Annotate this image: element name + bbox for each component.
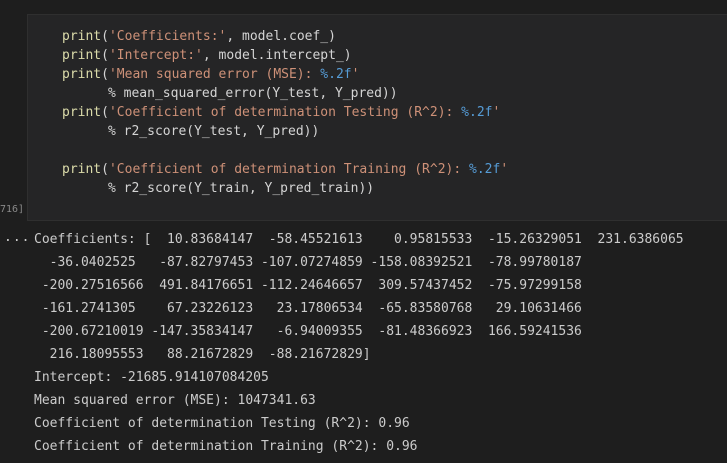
output-line: Mean squared error (MSE): 1047341.63 bbox=[34, 393, 316, 408]
code-token-fn: print bbox=[62, 162, 102, 177]
output-line: Coefficients: [ 10.83684147 -58.45521613… bbox=[34, 232, 684, 247]
output-line: Coefficient of determination Training (R… bbox=[34, 439, 418, 454]
code-token-rest: , model.intercept_) bbox=[202, 48, 352, 63]
output-line: Coefficient of determination Testing (R^… bbox=[34, 416, 410, 431]
code-token-fn: print bbox=[62, 67, 102, 82]
code-token-rest: , model.coef_) bbox=[226, 29, 336, 44]
code-cell[interactable]: print('Coefficients:', model.coef_) prin… bbox=[27, 14, 727, 221]
code-token-string-end: ' bbox=[492, 105, 501, 120]
output-line: Intercept: -21685.914107084205 bbox=[34, 370, 269, 385]
output-line: -200.27516566 491.84176651 -112.24646657… bbox=[34, 278, 582, 293]
output-line: -200.67210019 -147.35834147 -6.94009355 … bbox=[34, 324, 582, 339]
code-line-8: % r2_score(Y_train, Y_pred_train)) bbox=[108, 181, 375, 196]
output-line: -36.0402525 -87.82797453 -107.07274859 -… bbox=[34, 255, 582, 270]
code-token-fn: print bbox=[62, 48, 102, 63]
code-token-paren: ( bbox=[101, 48, 109, 63]
execution-count: 716] bbox=[0, 204, 25, 215]
code-line-7: print('Coefficient of determination Trai… bbox=[62, 160, 508, 179]
code-token-string-end: ' bbox=[351, 67, 360, 82]
code-token-paren: ( bbox=[101, 105, 109, 120]
code-token-format: %.2f bbox=[461, 105, 493, 120]
code-token-string: 'Coefficient of determination Training (… bbox=[108, 162, 469, 177]
code-line-2: print('Intercept:', model.intercept_) bbox=[62, 46, 352, 65]
code-line-6: % r2_score(Y_test, Y_pred)) bbox=[108, 124, 320, 139]
code-token-fn: print bbox=[62, 29, 102, 44]
code-token-paren: ( bbox=[101, 67, 109, 82]
code-line-3: print('Mean squared error (MSE): %.2f' bbox=[62, 65, 359, 84]
code-token-paren: ( bbox=[101, 29, 109, 44]
code-token-string-end: ' bbox=[500, 162, 509, 177]
code-token-fn: print bbox=[62, 105, 102, 120]
code-line-4: % mean_squared_error(Y_test, Y_pred)) bbox=[108, 86, 398, 101]
code-token-string: 'Intercept:' bbox=[108, 48, 203, 63]
code-line-5: print('Coefficient of determination Test… bbox=[62, 103, 500, 122]
code-line-1: print('Coefficients:', model.coef_) bbox=[62, 27, 336, 46]
code-token-string: 'Mean squared error (MSE): bbox=[108, 67, 321, 82]
output-collapse-ellipsis[interactable]: ... bbox=[4, 230, 30, 246]
code-token-paren: ( bbox=[101, 162, 109, 177]
output-line: -161.2741305 67.23226123 23.17806534 -65… bbox=[34, 301, 582, 316]
output-line: 216.18095553 88.21672829 -88.21672829] bbox=[34, 347, 371, 362]
code-token-string: 'Coefficient of determination Testing (R… bbox=[108, 105, 462, 120]
code-token-format: %.2f bbox=[469, 162, 501, 177]
code-token-string: 'Coefficients:' bbox=[108, 29, 227, 44]
code-token-format: %.2f bbox=[320, 67, 352, 82]
